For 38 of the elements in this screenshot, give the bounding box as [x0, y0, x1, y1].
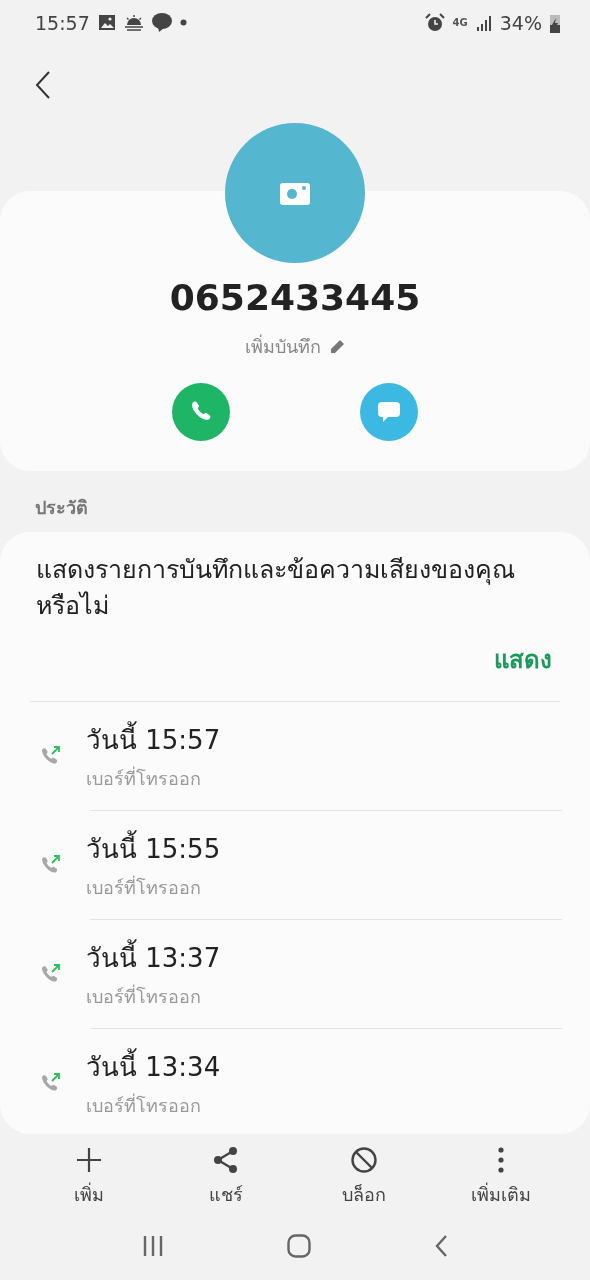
clock-time: 15:57: [35, 11, 90, 34]
section-heading: ประวัติ: [34, 496, 89, 520]
home-button[interactable]: [287, 1234, 311, 1258]
network-type: 4G: [452, 17, 468, 28]
gallery-icon: [97, 14, 116, 31]
battery-charging-icon: [550, 12, 560, 33]
chat-bubble-icon: [377, 401, 401, 423]
share-icon: [213, 1146, 240, 1174]
block-icon: [349, 1146, 378, 1174]
pencil-icon: [329, 338, 345, 355]
prompt-text: แสดงรายการบันทึกและข้อความเสียงของคุณหรือไม่: [35, 554, 516, 622]
camera-icon: [280, 181, 310, 205]
more-icon: [497, 1146, 506, 1174]
plus-icon: [74, 1146, 103, 1174]
call-time: วันนี้ 15:57: [86, 719, 221, 760]
toolbar-button[interactable]: เพิ่ม: [33, 1146, 144, 1216]
call-time: วันนี้ 13:34: [86, 1046, 221, 1087]
call-time: วันนี้ 13:37: [86, 937, 221, 978]
signal-icon: [475, 14, 492, 31]
call-time: วันนี้ 15:55: [86, 828, 221, 869]
back-button[interactable]: [434, 1234, 449, 1258]
back-button[interactable]: [34, 70, 52, 100]
weather-icon: [123, 14, 144, 31]
dot-icon: [179, 19, 187, 26]
toolbar-button[interactable]: แชร์: [171, 1146, 282, 1216]
battery-percent: 34%: [499, 11, 542, 34]
call-button[interactable]: [172, 383, 230, 441]
call-type: เบอร์ที่โทรออก: [86, 983, 202, 1009]
alarm-icon: [424, 12, 445, 33]
toolbar-button[interactable]: เพิ่มเติม: [446, 1146, 557, 1216]
chat-bubble-icon: [151, 13, 172, 32]
call-type: เบอร์ที่โทรออก: [86, 765, 202, 791]
recents-button[interactable]: [141, 1235, 164, 1257]
toolbar-button[interactable]: บล็อก: [308, 1146, 419, 1216]
call-type: เบอร์ที่โทรออก: [86, 874, 202, 900]
call-type: เบอร์ที่โทรออก: [86, 1092, 202, 1118]
add-note-link[interactable]: เพิ่มบันทึก: [245, 332, 321, 361]
phone-number: 0652433445: [169, 277, 421, 318]
